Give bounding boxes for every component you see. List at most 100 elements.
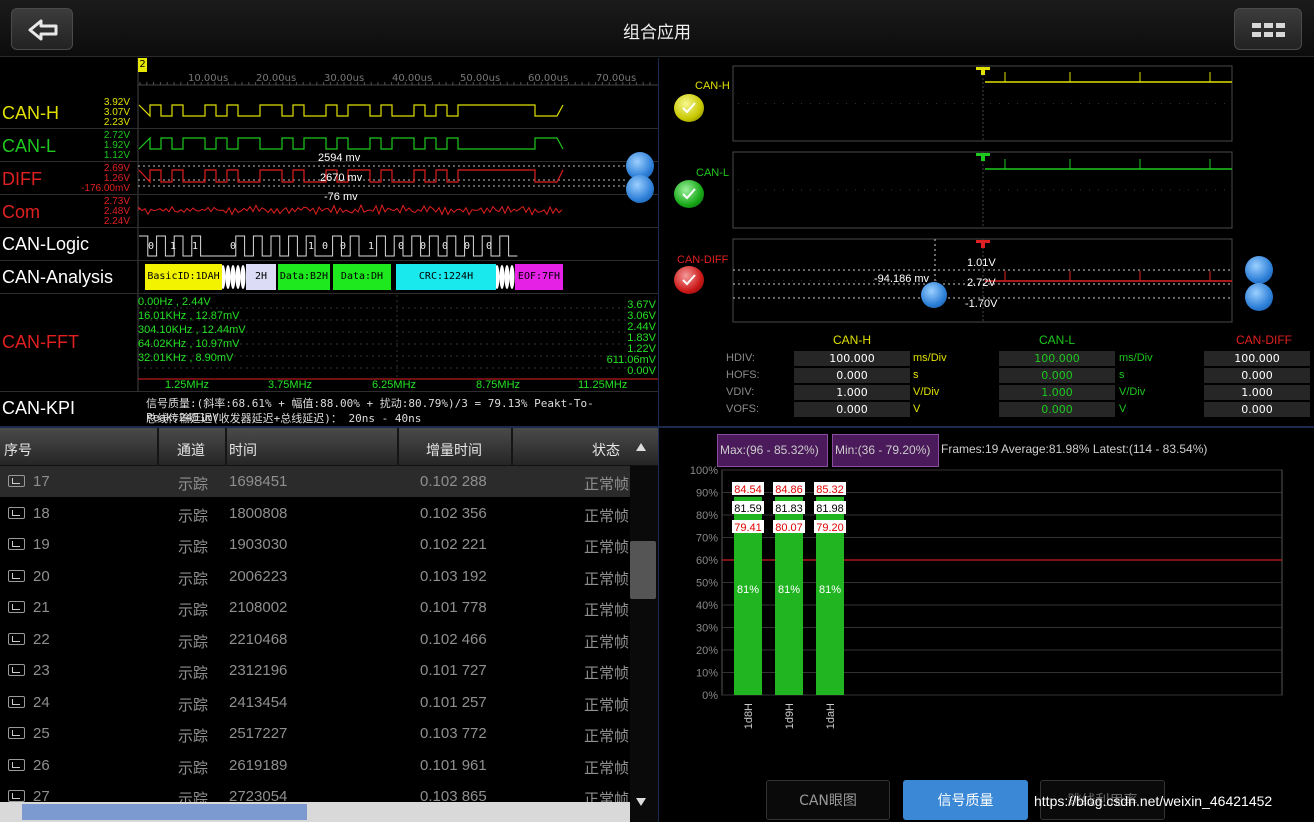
channel-label-can-l[interactable]: CAN-L xyxy=(2,136,56,157)
grid-icon xyxy=(1235,9,1303,51)
param-unit: V/Div xyxy=(913,386,939,398)
cursor-annotation: 2670 mv xyxy=(320,172,362,184)
y-tick-label: 60% xyxy=(696,555,718,567)
channel-label-diff[interactable]: DIFF xyxy=(2,169,42,190)
column-header[interactable]: 通道 xyxy=(177,440,205,460)
param-field[interactable]: 0.000 xyxy=(794,402,910,417)
table-header: 序号 通道 时间 增量时间 状态 xyxy=(0,428,658,466)
param-field[interactable]: 100.000 xyxy=(794,351,910,366)
fft-freq-tick: 8.75MHz xyxy=(476,379,520,391)
analysis-segment[interactable]: Data:DH xyxy=(333,264,391,290)
channel-label-can-h[interactable]: CAN-H xyxy=(2,103,59,124)
param-field[interactable]: 1.000 xyxy=(999,385,1115,400)
param-header-can-l: CAN-L xyxy=(997,333,1117,347)
table-cell: 示踪 xyxy=(178,662,208,683)
frame-table[interactable]: 序号 通道 时间 增量时间 状态 17 示踪 1698451 0.102 288 正常帧… xyxy=(0,428,658,822)
y-tick-label: 20% xyxy=(696,645,718,657)
channel-label-can-logic[interactable]: CAN-Logic xyxy=(2,234,89,255)
cursor-marker[interactable]: 2 xyxy=(138,58,147,72)
y-tick-label: 100% xyxy=(690,465,718,477)
analysis-segment[interactable]: Data:B2H xyxy=(278,264,330,290)
table-cell: 23 xyxy=(33,662,50,679)
vertical-scrollbar[interactable] xyxy=(630,466,658,822)
channel-label-can-analysis[interactable]: CAN-Analysis xyxy=(2,267,113,288)
channel-label-com[interactable]: Com xyxy=(2,202,40,223)
param-field[interactable]: 0.000 xyxy=(999,402,1115,417)
table-cell: 0.101 961 xyxy=(420,757,487,774)
check-icon[interactable] xyxy=(674,180,704,208)
category-label: 1daH xyxy=(825,703,837,729)
row-divider xyxy=(0,391,658,392)
analysis-segment[interactable]: 2H xyxy=(246,264,276,290)
table-cell: 20 xyxy=(33,568,50,585)
table-cell: 2210468 xyxy=(229,631,287,648)
channel-label-can-fft[interactable]: CAN-FFT xyxy=(2,332,79,353)
table-cell: 0.102 356 xyxy=(420,505,487,522)
fft-freq-tick: 3.75MHz xyxy=(268,379,312,391)
table-row[interactable]: 26 示踪 2619189 0.101 961 正常帧 xyxy=(0,750,630,781)
cursor-handle-icon[interactable] xyxy=(921,282,947,308)
column-divider xyxy=(225,428,227,466)
analysis-segment[interactable]: CRC:1224H xyxy=(396,264,496,290)
column-header[interactable]: 增量时间 xyxy=(426,440,482,460)
table-row[interactable]: 25 示踪 2517227 0.103 772 正常帧 xyxy=(0,718,630,749)
analysis-segment[interactable]: BasicID:1DAH xyxy=(145,264,222,290)
fft-level-axis: 3.67V 3.06V 2.44V 1.83V 1.22V 611.06mV 0.00V xyxy=(607,300,656,377)
stat-label: 81.59 xyxy=(734,503,762,515)
stat-label: 79.41 xyxy=(734,522,762,534)
table-row[interactable]: 22 示踪 2210468 0.102 466 正常帧 xyxy=(0,624,630,655)
table-row[interactable]: 20 示踪 2006223 0.103 192 正常帧 xyxy=(0,561,630,592)
frame-icon xyxy=(8,538,25,550)
waveform-panel[interactable]: 2 10.00us 20.00us 30.00us 40.00us 50.00u… xyxy=(0,58,658,426)
param-field[interactable]: 0.000 xyxy=(1204,368,1310,383)
table-cell: 2413454 xyxy=(229,694,287,711)
param-label: HOFS: xyxy=(726,369,760,381)
table-row[interactable]: 24 示踪 2413454 0.101 257 正常帧 xyxy=(0,687,630,718)
table-row[interactable]: 21 示踪 2108002 0.101 778 正常帧 xyxy=(0,592,630,623)
logic-bit: 0 xyxy=(420,241,426,252)
voltage-label: 2.69V 1.26V -176.00mV xyxy=(66,164,130,194)
check-icon[interactable] xyxy=(674,266,704,294)
diff-cursor-label: 1.01V xyxy=(967,257,996,269)
param-field[interactable]: 1.000 xyxy=(1204,385,1310,400)
param-field[interactable]: 1.000 xyxy=(794,385,910,400)
table-row[interactable]: 17 示踪 1698451 0.102 288 正常帧 xyxy=(0,466,630,497)
logic-bit: 1 xyxy=(308,241,314,252)
analysis-segment[interactable]: EOF:7FH xyxy=(515,264,563,290)
sort-up-icon[interactable] xyxy=(636,443,646,451)
param-field[interactable]: 100.000 xyxy=(999,351,1115,366)
vertical-scroll-thumb[interactable] xyxy=(630,541,656,599)
column-header[interactable]: 时间 xyxy=(229,440,257,460)
table-cell: 24 xyxy=(33,694,50,711)
menu-button[interactable] xyxy=(1234,8,1302,50)
table-cell: 正常帧 xyxy=(584,631,629,652)
param-field[interactable]: 0.000 xyxy=(999,368,1115,383)
table-cell: 正常帧 xyxy=(584,568,629,589)
scroll-down-icon[interactable] xyxy=(636,798,646,806)
table-cell: 22 xyxy=(33,631,50,648)
cursor-handle-icon[interactable] xyxy=(1245,283,1273,311)
cursor-handle-icon[interactable] xyxy=(1245,256,1273,284)
table-row[interactable]: 23 示踪 2312196 0.101 727 正常帧 xyxy=(0,655,630,686)
quality-summary: Frames:19 Average:81.98% Latest:(114 - 8… xyxy=(941,442,1207,456)
table-row[interactable]: 18 示踪 1800808 0.102 356 正常帧 xyxy=(0,498,630,529)
table-cell: 2619189 xyxy=(229,757,287,774)
param-field[interactable]: 0.000 xyxy=(794,368,910,383)
column-header[interactable]: 序号 xyxy=(4,440,32,460)
column-header[interactable]: 状态 xyxy=(592,440,620,460)
horizontal-scroll-thumb[interactable] xyxy=(22,804,307,820)
param-field[interactable]: 100.000 xyxy=(1204,351,1310,366)
param-field[interactable]: 0.000 xyxy=(1204,402,1310,417)
eye-diagram-button[interactable]: CAN眼图 xyxy=(766,780,890,820)
param-unit: ms/Div xyxy=(1119,352,1153,364)
check-icon[interactable] xyxy=(674,94,704,122)
cursor-handle-icon[interactable] xyxy=(626,175,654,203)
quality-bar-chart: 100% 90% 80% 70% 60% 50% 40% 30% 20% 10% 0% 81% 84.5… xyxy=(660,460,1314,790)
param-label: HDIV: xyxy=(726,352,755,364)
channel-label-can-kpi[interactable]: CAN-KPI xyxy=(2,398,75,419)
frame-icon xyxy=(8,570,25,582)
signal-quality-button[interactable]: 信号质量 xyxy=(903,780,1028,820)
table-cell: 2006223 xyxy=(229,568,287,585)
table-row[interactable]: 19 示踪 1903030 0.102 221 正常帧 xyxy=(0,529,630,560)
param-unit: s xyxy=(1119,369,1125,381)
